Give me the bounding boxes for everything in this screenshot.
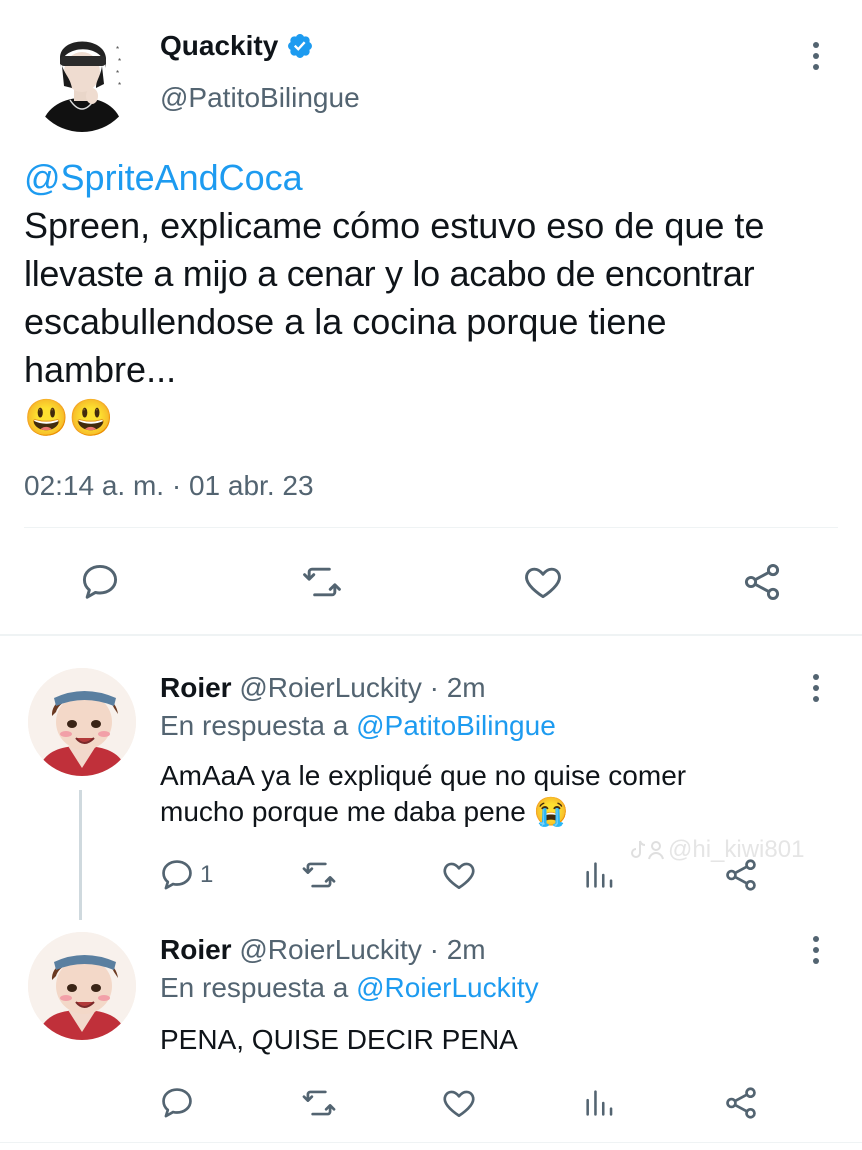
share-button[interactable]: [722, 856, 760, 894]
reply-context-label: En respuesta a: [160, 972, 349, 1003]
reply-button[interactable]: [158, 1084, 196, 1122]
reply-count: 1: [200, 861, 214, 888]
svg-text:*: *: [118, 81, 121, 90]
reply-body: PENA, QUISE DECIR PENA: [160, 1022, 518, 1058]
share-icon: [722, 856, 760, 894]
reply-button[interactable]: [78, 560, 122, 604]
tweet-text-line: hambre...: [24, 349, 177, 390]
reply-emoji: 😭: [533, 796, 569, 827]
main-handle[interactable]: @PatitoBilingue: [160, 82, 360, 114]
reply-action-bar: [0, 1082, 862, 1126]
divider: [0, 1142, 862, 1143]
tweet-text-line: llevaste a mijo a cenar y lo acabo de en…: [24, 253, 755, 294]
reply-text-line: PENA, QUISE DECIR PENA: [160, 1024, 518, 1055]
reply-action-bar: 1: [0, 854, 862, 898]
svg-text:*: *: [116, 69, 119, 78]
more-options-icon[interactable]: [804, 930, 828, 970]
share-button[interactable]: [740, 560, 784, 604]
retweet-button[interactable]: [298, 560, 346, 604]
quackity-avatar[interactable]: * * * *: [30, 28, 134, 132]
divider: [24, 527, 838, 528]
reply-body: AmAaA ya le expliqué que no quise comer …: [160, 758, 840, 830]
reply-author-row: Roier @RoierLuckity · 2m: [160, 934, 486, 966]
main-author-row: Quackity: [160, 30, 314, 62]
main-display-name[interactable]: Quackity: [160, 30, 278, 62]
share-icon: [740, 560, 784, 604]
roier-avatar[interactable]: [28, 668, 136, 776]
reply-button[interactable]: 1: [158, 856, 213, 894]
main-tweet-body: @SpriteAndCoca Spreen, explicame cómo es…: [24, 154, 860, 442]
reply-context-label: En respuesta a: [160, 710, 349, 741]
reply-text-line: mucho porque me daba pene: [160, 796, 526, 827]
tweet-text-line: escabullendose a la cocina porque tiene: [24, 301, 667, 342]
like-icon: [440, 1084, 478, 1122]
reply-display-name[interactable]: Roier: [160, 934, 232, 965]
analytics-icon: [582, 856, 616, 894]
reply-context-mention[interactable]: @RoierLuckity: [356, 972, 538, 1003]
reply-context-mention[interactable]: @PatitoBilingue: [356, 710, 556, 741]
reply-handle[interactable]: @RoierLuckity: [239, 672, 421, 703]
reply-context: En respuesta a @PatitoBilingue: [160, 710, 556, 742]
reply-display-name[interactable]: Roier: [160, 672, 232, 703]
like-button[interactable]: [520, 560, 566, 604]
reply-icon: [78, 560, 122, 604]
retweet-icon: [298, 560, 346, 604]
reply-time[interactable]: · 2m: [430, 934, 486, 965]
reply-text-line: AmAaA ya le expliqué que no quise comer: [160, 760, 687, 791]
roier-avatar[interactable]: [28, 932, 136, 1040]
reply-author-row: Roier @RoierLuckity · 2m: [160, 672, 486, 704]
reply-icon: [158, 856, 196, 894]
more-options-icon[interactable]: [804, 36, 828, 76]
share-icon: [722, 1084, 760, 1122]
svg-text:*: *: [116, 45, 119, 54]
tweet-timestamp[interactable]: 02:14 a. m. · 01 abr. 23: [24, 470, 314, 502]
verified-badge-icon: [286, 32, 314, 60]
reply-time[interactable]: · 2m: [430, 672, 486, 703]
tweet-text-line: Spreen, explicame cómo estuvo eso de que…: [24, 205, 765, 246]
like-button[interactable]: [440, 856, 478, 894]
svg-text:*: *: [118, 57, 121, 66]
analytics-button[interactable]: [582, 856, 616, 894]
reply-icon: [158, 1084, 196, 1122]
analytics-icon: [582, 1084, 616, 1122]
share-button[interactable]: [722, 1084, 760, 1122]
retweet-icon: [298, 1084, 340, 1122]
analytics-button[interactable]: [582, 1084, 616, 1122]
like-icon: [440, 856, 478, 894]
divider: [0, 634, 862, 636]
retweet-button[interactable]: [298, 1084, 340, 1122]
tweet-emoji: 😃😃: [24, 397, 114, 438]
reply-context: En respuesta a @RoierLuckity: [160, 972, 539, 1004]
more-options-icon[interactable]: [804, 668, 828, 708]
mention-link[interactable]: @SpriteAndCoca: [24, 154, 860, 202]
like-button[interactable]: [440, 1084, 478, 1122]
retweet-icon: [298, 856, 340, 894]
retweet-button[interactable]: [298, 856, 340, 894]
reply-handle[interactable]: @RoierLuckity: [239, 934, 421, 965]
main-action-bar: [0, 556, 862, 608]
like-icon: [520, 560, 566, 604]
